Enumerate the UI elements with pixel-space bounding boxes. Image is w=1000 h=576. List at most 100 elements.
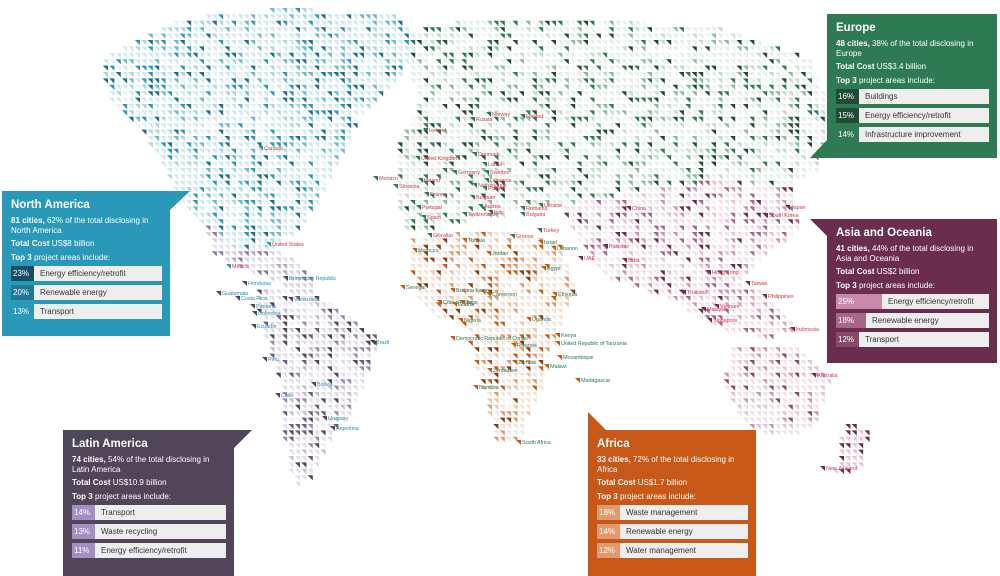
city-marker-icon xyxy=(242,281,247,286)
map-cell xyxy=(410,212,416,218)
map-cell xyxy=(480,142,486,148)
map-cell xyxy=(314,91,320,97)
map-cell xyxy=(614,155,620,161)
map-cell xyxy=(710,52,716,58)
map-cell xyxy=(563,33,569,39)
map-cell xyxy=(262,264,268,270)
map-cell xyxy=(659,232,665,238)
map-cell xyxy=(589,174,595,180)
map-cell xyxy=(704,296,710,302)
map-cell xyxy=(768,78,774,84)
map-cell xyxy=(589,84,595,90)
map-cell xyxy=(134,72,140,78)
map-cell xyxy=(134,110,140,116)
map-cell xyxy=(717,110,723,116)
map-cell xyxy=(429,78,435,84)
map-cell xyxy=(499,398,505,404)
map-cell xyxy=(506,46,512,52)
map-cell xyxy=(685,180,691,186)
map-cell xyxy=(230,244,236,250)
map-cell xyxy=(518,97,524,103)
map-cell xyxy=(698,40,704,46)
map-cell xyxy=(282,84,288,90)
map-cell xyxy=(544,289,550,295)
map-cell xyxy=(762,59,768,65)
map-cell xyxy=(698,180,704,186)
map-cell xyxy=(762,136,768,142)
map-cell xyxy=(429,296,435,302)
map-cell xyxy=(678,78,684,84)
map-cell xyxy=(570,110,576,116)
map-cell xyxy=(288,148,294,154)
map-cell xyxy=(314,417,320,423)
map-cell xyxy=(627,136,633,142)
map-cell xyxy=(691,244,697,250)
map-cell xyxy=(672,27,678,33)
map-cell xyxy=(294,200,300,206)
map-cell xyxy=(307,283,313,289)
map-cell xyxy=(704,59,710,65)
map-cell xyxy=(710,142,716,148)
map-cell xyxy=(410,46,416,52)
map-cell xyxy=(243,59,249,65)
map-cell xyxy=(531,155,537,161)
map-cell xyxy=(288,264,294,270)
map-cell xyxy=(736,238,742,244)
map-cell xyxy=(512,27,518,33)
map-cell xyxy=(186,40,192,46)
country-label: Chile xyxy=(275,393,293,399)
map-cell xyxy=(262,78,268,84)
map-cell xyxy=(288,33,294,39)
map-cell xyxy=(282,212,288,218)
map-cell xyxy=(666,296,672,302)
map-cell xyxy=(742,328,748,334)
map-cell xyxy=(474,59,480,65)
map-cell xyxy=(576,155,582,161)
panel-title: North America xyxy=(11,199,90,211)
map-cell xyxy=(806,72,812,78)
map-cell xyxy=(301,424,307,430)
map-cell xyxy=(506,91,512,97)
map-cell xyxy=(704,276,710,282)
map-cell xyxy=(538,174,544,180)
map-cell xyxy=(698,161,704,167)
map-cell xyxy=(781,78,787,84)
map-cell xyxy=(717,142,723,148)
map-cell xyxy=(730,104,736,110)
map-cell xyxy=(499,347,505,353)
map-cell xyxy=(531,129,537,135)
map-cell xyxy=(666,206,672,212)
map-cell xyxy=(294,174,300,180)
map-cell xyxy=(205,206,211,212)
map-cell xyxy=(557,27,563,33)
map-cell xyxy=(339,110,345,116)
map-cell xyxy=(813,404,819,410)
map-cell xyxy=(717,97,723,103)
map-cell xyxy=(480,321,486,327)
map-cell xyxy=(646,270,652,276)
map-cell xyxy=(166,148,172,154)
map-cell xyxy=(307,59,313,65)
map-cell xyxy=(512,193,518,199)
map-cell xyxy=(506,155,512,161)
map-cell xyxy=(768,174,774,180)
map-cell xyxy=(595,33,601,39)
map-cell xyxy=(621,225,627,231)
city-marker-icon xyxy=(511,343,516,348)
map-cell xyxy=(352,97,358,103)
map-cell xyxy=(685,97,691,103)
map-cell xyxy=(147,136,153,142)
map-cell xyxy=(294,443,300,449)
country-label: South Korea xyxy=(763,213,799,219)
map-cell xyxy=(774,187,780,193)
country-label: Peru xyxy=(262,357,279,363)
map-cell xyxy=(544,46,550,52)
map-cell xyxy=(768,379,774,385)
map-cell xyxy=(800,123,806,129)
map-cell xyxy=(243,142,249,148)
map-cell xyxy=(787,104,793,110)
map-cell xyxy=(448,91,454,97)
map-cell xyxy=(525,104,531,110)
map-cell xyxy=(486,276,492,282)
map-cell xyxy=(768,385,774,391)
